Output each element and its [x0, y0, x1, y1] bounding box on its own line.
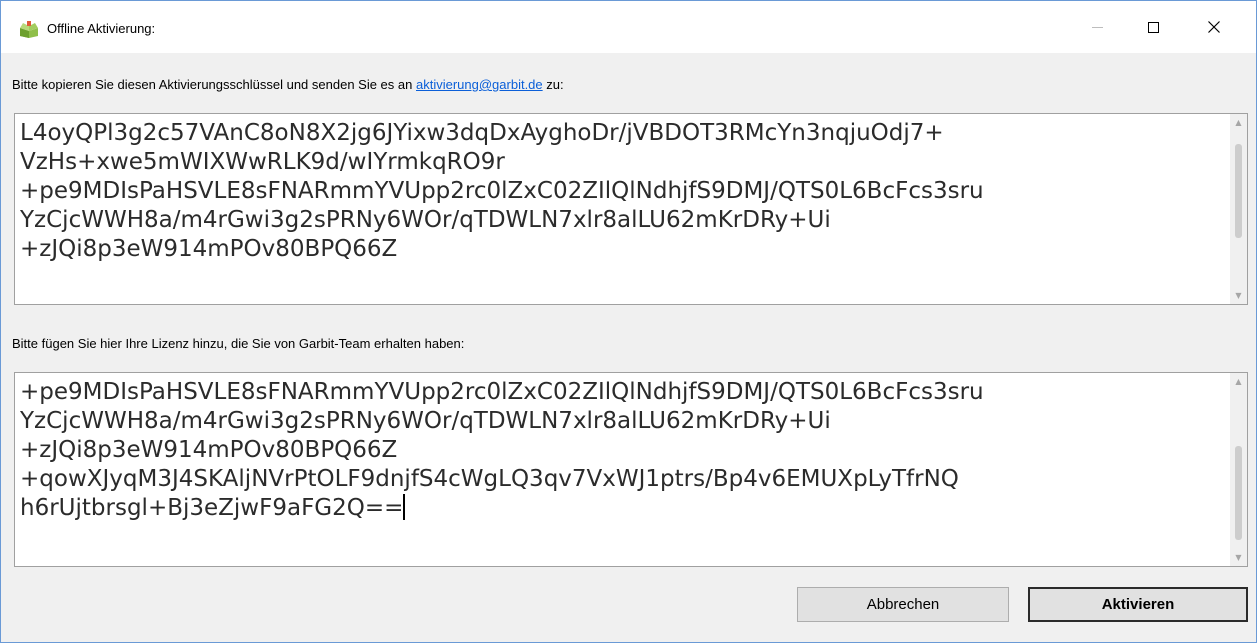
email-link[interactable]: aktivierung@garbit.de	[416, 77, 543, 92]
cancel-button[interactable]: Abbrechen	[797, 587, 1009, 622]
scroll-down-icon[interactable]: ▼	[1230, 549, 1247, 566]
activation-key-scrollbar[interactable]: ▲ ▼	[1230, 114, 1247, 304]
scroll-up-icon[interactable]: ▲	[1230, 114, 1247, 131]
minimize-button	[1069, 1, 1125, 53]
activation-key-textbox[interactable]: L4oyQPl3g2c57VAnC8oN8X2jg6JYixw3dqDxAygh…	[14, 113, 1248, 305]
copy-instruction-prefix: Bitte kopieren Sie diesen Aktivierungssc…	[12, 77, 416, 92]
window-title: Offline Aktivierung:	[47, 21, 156, 36]
license-scrollbar[interactable]: ▲ ▼	[1230, 373, 1247, 566]
license-text: +pe9MDIsPaHSVLE8sFNARmmYVUpp2rc0lZxC02ZI…	[20, 378, 1225, 523]
scroll-thumb[interactable]	[1235, 144, 1242, 238]
close-icon	[1208, 21, 1220, 33]
copy-instruction: Bitte kopieren Sie diesen Aktivierungssc…	[12, 77, 564, 92]
maximize-icon	[1147, 21, 1159, 33]
text-caret	[403, 494, 406, 520]
license-text-value: +pe9MDIsPaHSVLE8sFNARmmYVUpp2rc0lZxC02ZI…	[20, 379, 984, 521]
activate-button[interactable]: Aktivieren	[1028, 587, 1248, 622]
close-button[interactable]	[1186, 1, 1242, 53]
maximize-button[interactable]	[1125, 1, 1181, 53]
scroll-thumb[interactable]	[1235, 446, 1242, 540]
activation-key-text: L4oyQPl3g2c57VAnC8oN8X2jg6JYixw3dqDxAygh…	[20, 120, 984, 262]
app-box-icon	[20, 21, 38, 38]
copy-instruction-suffix: zu:	[542, 77, 564, 92]
offline-activation-dialog: Offline Aktivierung: Bitte kopieren Sie …	[0, 0, 1257, 643]
title-bar[interactable]: Offline Aktivierung:	[1, 1, 1256, 53]
license-textbox[interactable]: +pe9MDIsPaHSVLE8sFNARmmYVUpp2rc0lZxC02ZI…	[14, 372, 1248, 567]
scroll-up-icon[interactable]: ▲	[1230, 373, 1247, 390]
minimize-icon	[1091, 26, 1103, 28]
scroll-down-icon[interactable]: ▼	[1230, 287, 1247, 304]
license-instruction: Bitte fügen Sie hier Ihre Lizenz hinzu, …	[12, 336, 465, 351]
